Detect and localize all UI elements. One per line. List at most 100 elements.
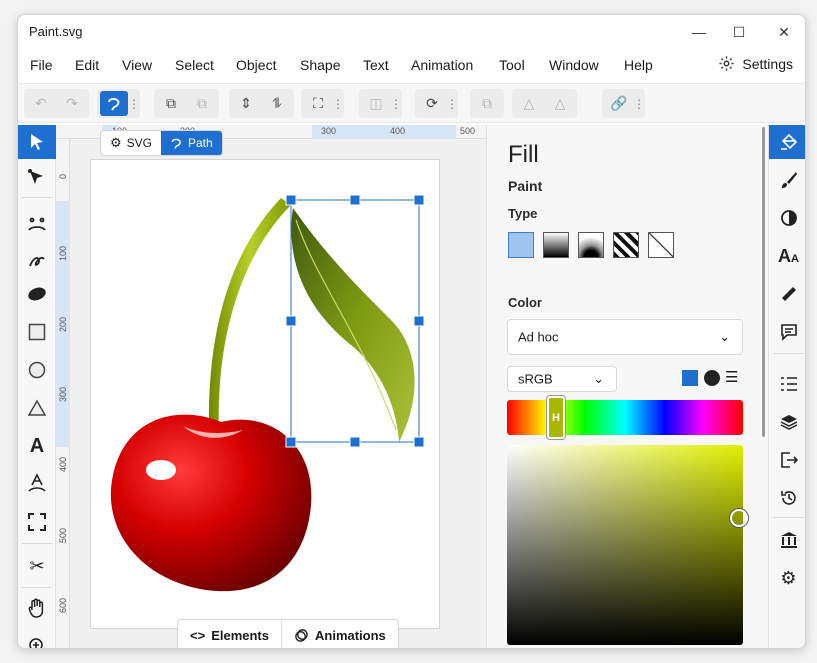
cherry-leaf[interactable] bbox=[291, 208, 415, 442]
menu-shape[interactable]: Shape bbox=[300, 57, 340, 73]
hue-slider[interactable]: H bbox=[507, 396, 743, 439]
list-view-icon[interactable]: ☰ bbox=[725, 370, 742, 386]
comments-panel-tab[interactable] bbox=[769, 315, 805, 349]
paint-bucket-icon bbox=[780, 133, 797, 150]
close-button[interactable]: ✕ bbox=[769, 21, 799, 43]
library-panel-tab[interactable] bbox=[769, 523, 805, 557]
undo-redo-group: ↶ ↷ bbox=[24, 89, 89, 118]
crop-tool[interactable] bbox=[18, 505, 56, 539]
node-pointer-icon bbox=[28, 169, 43, 184]
canvas-area[interactable]: 100 200 300 400 500 0 100 200 300 400 50… bbox=[56, 125, 486, 648]
menu-animation[interactable]: Animation bbox=[411, 57, 473, 73]
shape-builder-tool[interactable] bbox=[18, 209, 56, 243]
tab-path-label: Path bbox=[188, 136, 213, 150]
rotate-icon: ⟳ bbox=[426, 95, 438, 111]
text-tool[interactable]: A bbox=[18, 429, 56, 463]
chevron-down-icon: ⌄ bbox=[719, 329, 730, 344]
type-label: Type bbox=[508, 206, 538, 221]
send-back-button[interactable]: ⧉ bbox=[188, 91, 216, 116]
rectangle-tool[interactable] bbox=[18, 315, 56, 349]
flip-horizontal-button[interactable]: ⥮ bbox=[263, 91, 291, 116]
menu-select[interactable]: Select bbox=[175, 57, 214, 73]
ellipse-brush-tool[interactable] bbox=[18, 277, 56, 311]
layers-panel-tab[interactable] bbox=[769, 405, 805, 439]
maximize-button[interactable]: ☐ bbox=[724, 21, 754, 43]
stroke-panel-tab[interactable] bbox=[769, 163, 805, 197]
text-on-path-tool[interactable] bbox=[18, 467, 56, 501]
type-linear-gradient-button[interactable] bbox=[543, 232, 569, 258]
path-mode-more[interactable]: ⋮ bbox=[128, 91, 140, 116]
menu-tool[interactable]: Tool bbox=[499, 57, 525, 73]
opacity-panel-tab[interactable] bbox=[769, 201, 805, 235]
tab-svg-label: SVG bbox=[126, 136, 152, 150]
tab-svg[interactable]: ⚙ SVG bbox=[101, 131, 161, 155]
menu-file[interactable]: File bbox=[30, 57, 53, 73]
freehand-tool[interactable] bbox=[18, 243, 56, 277]
menu-text[interactable]: Text bbox=[363, 57, 389, 73]
cherry-stem[interactable] bbox=[208, 198, 291, 435]
color-space-select[interactable]: sRGB ⌄ bbox=[507, 366, 617, 392]
mode-tabs: ⚙ SVG Path bbox=[100, 130, 223, 156]
menu-window[interactable]: Window bbox=[549, 57, 599, 73]
hue-slider-handle[interactable]: H bbox=[547, 396, 565, 439]
saturation-value-picker[interactable] bbox=[507, 445, 748, 645]
cherry-fruit[interactable] bbox=[110, 414, 312, 592]
menu-view[interactable]: View bbox=[122, 57, 152, 73]
scissors-tool[interactable]: ✂ bbox=[18, 549, 56, 583]
triangle-icon: △ bbox=[523, 95, 535, 111]
bring-front-button[interactable]: ⧉ bbox=[157, 91, 185, 116]
settings-panel-tab[interactable]: ⚙ bbox=[769, 561, 805, 595]
type-pattern-button[interactable] bbox=[613, 232, 639, 258]
menu-object[interactable]: Object bbox=[236, 57, 276, 73]
export-panel-tab[interactable] bbox=[769, 443, 805, 477]
redo-button[interactable]: ↷ bbox=[58, 91, 86, 116]
align-more[interactable]: ⋮ bbox=[332, 91, 344, 116]
path-mode-button[interactable] bbox=[100, 91, 128, 116]
inset-triangle-button[interactable]: △ bbox=[546, 91, 574, 116]
ellipse-tool[interactable] bbox=[18, 353, 56, 387]
settings-button[interactable]: Settings bbox=[718, 55, 793, 72]
gear-icon: ⚙ bbox=[110, 135, 122, 150]
type-radial-gradient-button[interactable] bbox=[578, 232, 604, 258]
triangle-button[interactable]: △ bbox=[515, 91, 543, 116]
tab-path[interactable]: Path bbox=[161, 131, 222, 155]
polygon-tool[interactable] bbox=[18, 391, 56, 425]
zoom-tool[interactable] bbox=[18, 629, 56, 648]
history-panel-tab[interactable] bbox=[769, 481, 805, 515]
align-button[interactable]: ⛶ bbox=[304, 91, 332, 116]
toolbar: ↶ ↷ ⋮ ⧉ ⧉ ⇕ ⥮ ⛶ ⋮ ◫ ⋮ ⟳ ⋮ ⧉ △ △ 🔗 ⋮ bbox=[18, 83, 805, 123]
tab-animations[interactable]: Animations bbox=[282, 620, 398, 648]
undo-button[interactable]: ↶ bbox=[27, 91, 55, 116]
elements-panel-tab[interactable] bbox=[769, 367, 805, 401]
document-page[interactable] bbox=[90, 159, 440, 629]
select-tool[interactable] bbox=[18, 125, 56, 159]
fill-panel-tab[interactable] bbox=[769, 125, 805, 159]
menu-edit[interactable]: Edit bbox=[75, 57, 99, 73]
link-button[interactable]: 🔗 bbox=[605, 91, 633, 116]
flip-vertical-button[interactable]: ⇕ bbox=[232, 91, 260, 116]
menu-help[interactable]: Help bbox=[624, 57, 653, 73]
color-mode-select[interactable]: Ad hoc ⌄ bbox=[507, 319, 743, 355]
rotate-more[interactable]: ⋮ bbox=[446, 91, 458, 116]
cherry-illustration[interactable] bbox=[91, 160, 441, 630]
minimize-button[interactable]: — bbox=[684, 21, 714, 43]
circle-swatch-view-icon[interactable] bbox=[704, 370, 720, 386]
measure-panel-tab[interactable] bbox=[769, 277, 805, 311]
group-button[interactable]: ⧉ bbox=[473, 91, 501, 116]
menu-bar: File Edit View Select Object Shape Text … bbox=[18, 51, 805, 79]
type-flat-button[interactable] bbox=[508, 232, 534, 258]
distribute-more[interactable]: ⋮ bbox=[390, 91, 402, 116]
distribute-button[interactable]: ◫ bbox=[362, 91, 390, 116]
saturation-value-handle[interactable] bbox=[730, 509, 748, 527]
tab-elements[interactable]: <> Elements bbox=[178, 620, 282, 648]
text-a-icon: A bbox=[29, 434, 45, 457]
font-panel-tab[interactable]: AA bbox=[769, 239, 805, 273]
node-select-tool[interactable] bbox=[18, 161, 56, 195]
inset-triangle-icon: △ bbox=[554, 95, 566, 111]
hand-tool[interactable] bbox=[18, 591, 56, 625]
type-none-button[interactable] bbox=[648, 232, 674, 258]
square-swatch-view-icon[interactable] bbox=[682, 370, 698, 386]
rotate-button[interactable]: ⟳ bbox=[418, 91, 446, 116]
link-more[interactable]: ⋮ bbox=[633, 91, 645, 116]
panel-scrollbar[interactable] bbox=[762, 127, 765, 437]
